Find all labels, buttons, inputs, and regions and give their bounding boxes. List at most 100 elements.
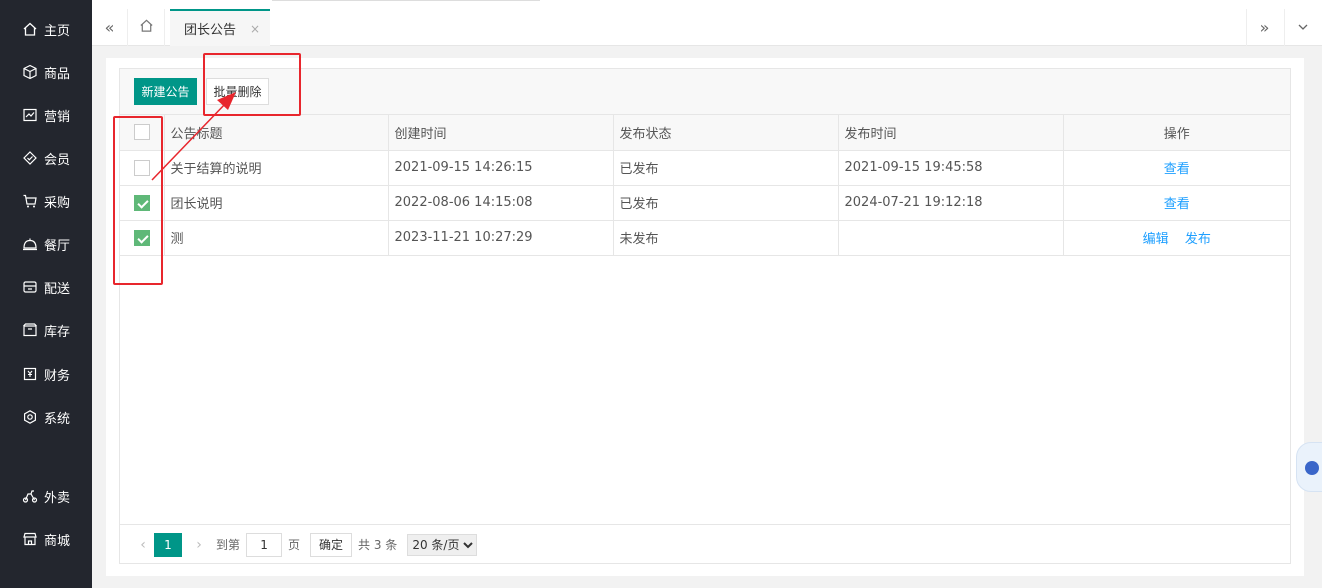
sidebar-item-label: 系统 (44, 411, 71, 427)
column-header-actions: 操作 (1063, 115, 1290, 151)
table-row: 关于结算的说明 2021-09-15 14:26:15 已发布 2021-09-… (120, 150, 1290, 186)
row-checkbox[interactable] (133, 159, 150, 176)
box-icon (22, 64, 38, 80)
sidebar-item-purchase[interactable]: 采购 (0, 183, 92, 219)
cart-icon (22, 193, 38, 209)
diamond-icon (22, 150, 38, 166)
sidebar-item-label: 主页 (44, 23, 71, 39)
cell-created: 2023-11-21 10:27:29 (388, 220, 614, 256)
tabs-scroll-right-button[interactable]: » (1246, 9, 1282, 46)
home-icon (22, 21, 38, 37)
goto-confirm-button[interactable]: 确定 (310, 532, 353, 557)
cell-published: 2021-09-15 19:45:58 (838, 150, 1064, 186)
cell-status: 已发布 (613, 185, 839, 221)
close-icon[interactable]: × (250, 22, 260, 36)
goto-page-input[interactable] (246, 532, 283, 557)
cell-actions: 查看 (1063, 185, 1290, 221)
sidebar-item-finance[interactable]: 财务 (0, 356, 92, 392)
edit-link[interactable]: 编辑 (1143, 232, 1169, 247)
sidebar-item-label: 餐厅 (44, 238, 71, 254)
page-unit-label: 页 (288, 538, 301, 552)
table-row: 团长说明 2022-08-06 14:15:08 已发布 2024-07-21 … (120, 185, 1290, 221)
table-toolbar: 新建公告 批量删除 (120, 69, 1290, 115)
new-notice-button[interactable]: 新建公告 (134, 78, 197, 105)
chevron-down-icon (1297, 18, 1309, 37)
store-icon (22, 531, 38, 547)
sidebar-item-marketing[interactable]: 营销 (0, 97, 92, 133)
tabs-menu-button[interactable] (1284, 9, 1320, 46)
table-header-row: 公告标题 创建时间 发布状态 发布时间 操作 (120, 115, 1290, 151)
sidebar-item-inventory[interactable]: 库存 (0, 312, 92, 348)
sidebar-item-delivery[interactable]: 配送 (0, 269, 92, 305)
table-row: 测 2023-11-21 10:27:29 未发布 编辑 发布 (120, 220, 1290, 256)
sidebar-item-member[interactable]: 会员 (0, 140, 92, 176)
tabs-scroll-left-button[interactable]: « (92, 9, 128, 46)
cell-actions: 编辑 发布 (1063, 220, 1290, 256)
sidebar-item-takeaway[interactable]: 外卖 (0, 478, 92, 514)
row-select-cell (120, 185, 165, 221)
row-select-cell (120, 150, 165, 186)
sidebar-item-system[interactable]: 系统 (0, 399, 92, 435)
sidebar-item-label: 库存 (44, 324, 71, 340)
row-checkbox[interactable] (133, 194, 150, 211)
sidebar-item-goods[interactable]: 商品 (0, 54, 92, 90)
app-root: 主页 商品 营销 会员 采购 餐厅 配送 库存 财务 系统 外卖 商城 « 团长… (0, 0, 1322, 588)
sidebar-item-label: 财务 (44, 368, 71, 384)
batch-delete-button[interactable]: 批量删除 (206, 78, 269, 105)
sidebar-item-label: 采购 (44, 195, 71, 211)
column-header-title: 公告标题 (164, 115, 389, 151)
cell-published: 2024-07-21 19:12:18 (838, 185, 1064, 221)
assistant-icon (1305, 461, 1319, 475)
tab-label: 团长公告 (184, 23, 237, 38)
cell-status: 已发布 (613, 150, 839, 186)
row-checkbox[interactable] (133, 229, 150, 246)
tab-leader-notice[interactable]: 团长公告 × (170, 9, 270, 46)
row-select-cell (120, 220, 165, 256)
cloche-icon (22, 236, 38, 252)
double-chevron-right-icon: » (1259, 18, 1270, 37)
select-all-cell (120, 115, 165, 151)
sidebar: 主页 商品 营销 会员 采购 餐厅 配送 库存 财务 系统 外卖 商城 (0, 0, 92, 588)
sidebar-item-label: 商城 (44, 533, 71, 549)
archive-icon (22, 322, 38, 338)
cell-created: 2022-08-06 14:15:08 (388, 185, 614, 221)
floating-assistant-widget[interactable] (1296, 442, 1322, 492)
column-header-status: 发布状态 (613, 115, 839, 151)
select-all-checkbox[interactable] (133, 124, 150, 141)
current-page[interactable]: 1 (154, 532, 182, 557)
scooter-icon (22, 488, 38, 504)
sidebar-item-label: 会员 (44, 152, 71, 168)
home-tab-button[interactable] (129, 9, 165, 46)
sidebar-item-mall[interactable]: 商城 (0, 521, 92, 557)
prev-page-button[interactable]: ‹ (132, 537, 154, 553)
double-chevron-left-icon: « (104, 18, 115, 37)
top-strip (272, 0, 540, 1)
settings-icon (22, 409, 38, 425)
sidebar-item-restaurant[interactable]: 餐厅 (0, 226, 92, 262)
cell-status: 未发布 (613, 220, 839, 256)
view-link[interactable]: 查看 (1164, 162, 1190, 177)
tab-bar: « 团长公告 × » (92, 0, 1322, 46)
sidebar-item-home[interactable]: 主页 (0, 11, 92, 47)
total-count: 共 3 条 (358, 538, 398, 552)
next-page-button[interactable]: › (188, 537, 210, 553)
view-link[interactable]: 查看 (1164, 197, 1190, 212)
notice-table-card: 新建公告 批量删除 公告标题 创建时间 发布状态 发布时间 操作 关于结算的说明… (119, 68, 1291, 564)
notice-table: 公告标题 创建时间 发布状态 发布时间 操作 关于结算的说明 2021-09-1… (120, 115, 1290, 256)
cell-created: 2021-09-15 14:26:15 (388, 150, 614, 186)
home-icon (139, 18, 154, 37)
page-size-select[interactable]: 20 条/页 (407, 533, 478, 556)
column-header-created: 创建时间 (388, 115, 614, 151)
sidebar-item-label: 配送 (44, 281, 71, 297)
column-header-published: 发布时间 (838, 115, 1064, 151)
cell-title: 团长说明 (164, 185, 389, 221)
sidebar-item-label: 外卖 (44, 490, 71, 506)
sidebar-item-label: 营销 (44, 109, 71, 125)
pagination: ‹ 1 › 到第 页 确定 共 3 条 20 条/页 (120, 524, 1290, 564)
chart-icon (22, 107, 38, 123)
cell-published (838, 220, 1064, 256)
finance-icon (22, 366, 38, 382)
publish-link[interactable]: 发布 (1185, 232, 1211, 247)
cell-actions: 查看 (1063, 150, 1290, 186)
cell-title: 关于结算的说明 (164, 150, 389, 186)
